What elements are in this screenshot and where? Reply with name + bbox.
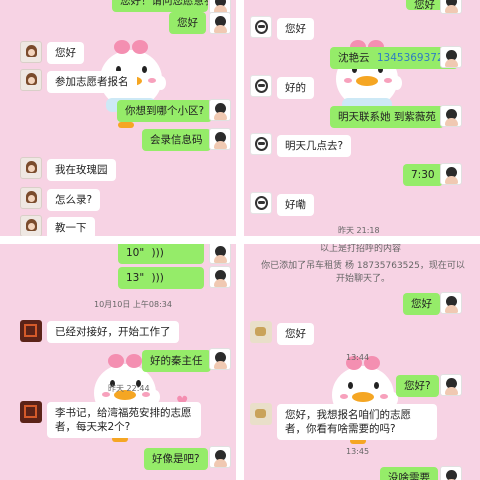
message-bubble-sent[interactable]: 会录信息码 [142,129,211,151]
message-bubble-sent[interactable]: 好的秦主任 [142,350,211,372]
gold-avatar-icon[interactable] [250,403,272,425]
gold-avatar-icon[interactable] [250,321,272,343]
panda-avatar-icon[interactable] [250,133,272,155]
girl-avatar-icon[interactable] [20,215,42,236]
red-seal-avatar-icon[interactable] [20,401,42,423]
screenshot-collage: 您好！请问您愿意参加志愿者服务吗？ 您好 您好 参加志愿者报名 你想到哪个小区?… [0,0,480,480]
message-bubble-received[interactable]: 您好 [47,42,84,64]
voice-message-bubble[interactable]: 10" ))) [118,244,204,264]
timestamp: 昨天 21:18 [338,226,380,235]
self-avatar-icon[interactable] [440,163,462,185]
chat-panel-3: ♥ 10" ))) 13" ))) 10月10日 上午08:34 已经对接好，开… [0,244,236,480]
message-bubble-received[interactable]: 参加志愿者报名 [47,71,137,93]
voice-wave-icon: ))) [151,247,164,259]
message-bubble-received[interactable]: 已经对接好，开始工作了 [47,321,179,343]
system-note-added-contact: 你已添加了吊车租赁 杨 18735763525，现在可以开始聊天了。 [261,261,465,284]
red-seal-avatar-icon[interactable] [20,320,42,342]
message-bubble-sent[interactable]: 你想到哪个小区? [117,100,213,122]
self-avatar-icon[interactable] [209,99,231,121]
chat-panel-1: 您好！请问您愿意参加志愿者服务吗？ 您好 您好 参加志愿者报名 你想到哪个小区?… [0,0,236,236]
message-bubble-received[interactable]: 教一下 [47,217,95,236]
message-bubble-received[interactable]: 怎么录? [47,189,101,211]
message-bubble-sent[interactable]: 好像是吧? [144,448,208,470]
message-bubble-received[interactable]: 好嘞 [277,194,314,216]
message-bubble-sent[interactable]: 您好 [169,12,206,34]
message-bubble-sent[interactable]: 没啥需要 [380,467,438,480]
timestamp: 10月10日 上午08:34 [94,300,172,309]
message-bubble-received[interactable]: 明天几点去? [277,135,352,157]
system-note: 以上是打招呼的内容 [320,244,402,254]
message-bubble-sent[interactable]: 7:30 [403,164,443,186]
message-bubble-received[interactable]: 李书记，给湾福苑安排的志愿者，每天来2个? [47,402,201,438]
self-avatar-icon[interactable] [209,348,231,370]
self-avatar-icon[interactable] [440,46,462,68]
self-avatar-icon[interactable] [209,128,231,150]
message-bubble-sent[interactable]: 您好 [403,293,440,315]
message-bubble-sent[interactable]: 明天联系她 到紫薇苑 [330,106,444,128]
contact-name: 沈艳云 [338,52,370,64]
voice-duration: 13" [126,272,145,284]
chat-panel-2: 您好 您好 沈艳云 13453693727 好的 明天联系她 到紫薇苑 明天几点… [244,0,480,236]
self-avatar-icon[interactable] [440,466,462,480]
voice-message-bubble[interactable]: 13" ))) [118,267,204,289]
message-bubble-received[interactable]: 您好，我想报名咱们的志愿者，你看有啥需要的吗? [277,404,437,440]
message-bubble-received[interactable]: 好的 [277,77,314,99]
panda-avatar-icon[interactable] [250,16,272,38]
panda-avatar-icon[interactable] [250,192,272,214]
message-bubble-received[interactable]: 我在玫瑰园 [47,159,116,181]
timestamp: 13:44 [346,353,370,362]
self-avatar-icon[interactable] [209,266,231,288]
chat-panel-4: 以上是打招呼的内容 你已添加了吊车租赁 杨 18735763525，现在可以开始… [244,244,480,480]
self-avatar-icon[interactable] [440,292,462,314]
self-avatar-icon[interactable] [209,244,231,264]
self-avatar-icon[interactable] [440,374,462,396]
self-avatar-icon[interactable] [209,446,231,468]
girl-avatar-icon[interactable] [20,187,42,209]
message-bubble-received[interactable]: 您好 [277,323,314,345]
voice-duration: 10" [126,247,145,259]
timestamp: 13:45 [346,447,370,456]
timestamp: 昨天 22:44 [108,384,150,393]
voice-wave-icon: ))) [151,272,164,284]
self-avatar-icon[interactable] [440,105,462,127]
self-avatar-icon[interactable] [440,0,462,14]
message-bubble-received[interactable]: 您好 [277,18,314,40]
panda-avatar-icon[interactable] [250,75,272,97]
girl-avatar-icon[interactable] [20,157,42,179]
girl-avatar-icon[interactable] [20,69,42,91]
self-avatar-icon[interactable] [209,12,231,34]
girl-avatar-icon[interactable] [20,41,42,63]
message-bubble-sent[interactable]: 您好！请问您愿意参加志愿者服务吗？ [112,0,208,12]
message-bubble-sent[interactable]: 您好? [396,375,439,397]
